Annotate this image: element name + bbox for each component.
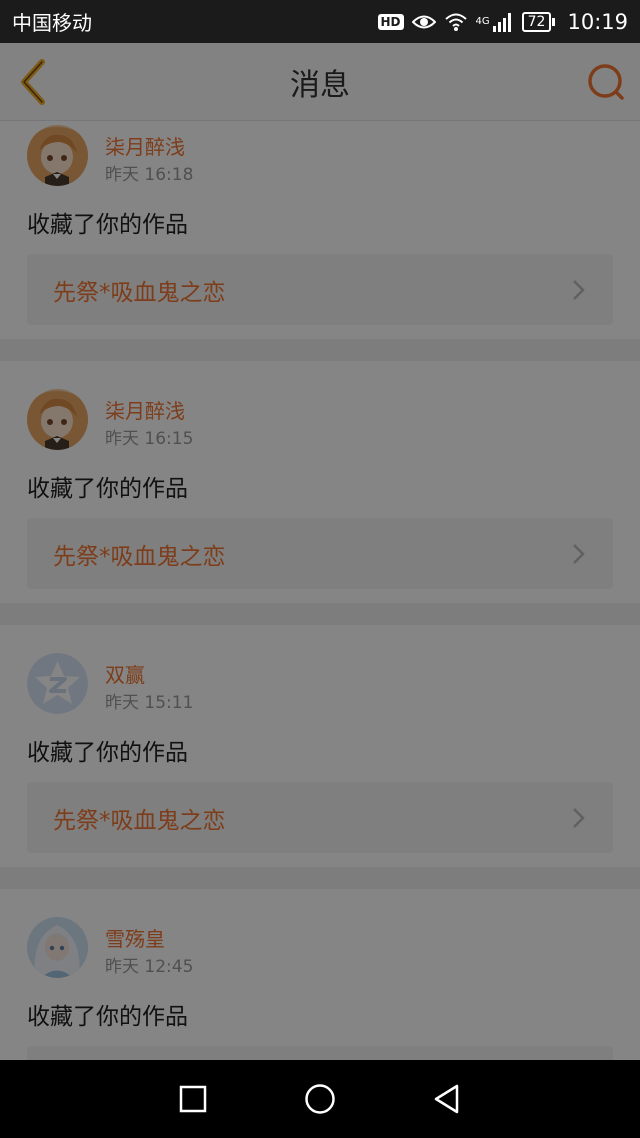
- action-text: 收藏了你的作品: [27, 212, 188, 238]
- message-list: 柒月醉浅 昨天 16:18 收藏了你的作品 先祭*吸血鬼之恋 柒月醉浅 昨天 1…: [0, 121, 640, 1060]
- signal-icon: [492, 12, 511, 32]
- chevron-right-icon: [573, 807, 585, 828]
- home-button[interactable]: [300, 1079, 340, 1119]
- page-title: 消息: [290, 67, 350, 103]
- action-text: 收藏了你的作品: [27, 740, 188, 766]
- wifi-icon: [444, 13, 467, 31]
- battery-icon: 72: [521, 11, 556, 32]
- back-icon: [434, 1084, 458, 1114]
- status-bar: 中国移动 HD 4G 72 10:19: [0, 0, 640, 43]
- timestamp: 昨天 16:18: [105, 165, 194, 185]
- anime-girl-avatar[interactable]: [27, 125, 88, 186]
- back-button[interactable]: [14, 58, 54, 106]
- app-screen: 中国移动 HD 4G 72 10:19 消息 柒月醉浅 昨天 16:18 收藏了…: [0, 0, 640, 1138]
- message-item: 柒月醉浅 昨天 16:15 收藏了你的作品 先祭*吸血鬼之恋: [0, 361, 640, 603]
- chevron-right-icon: [573, 279, 585, 300]
- battery-level: 72: [521, 11, 552, 32]
- message-item: 柒月醉浅 昨天 16:18 收藏了你的作品 先祭*吸血鬼之恋: [0, 121, 640, 339]
- work-title: 先祭*吸血鬼之恋: [53, 543, 226, 570]
- top-bar: 消息: [0, 43, 640, 121]
- work-link[interactable]: 先祭*吸血鬼之恋: [27, 782, 613, 853]
- back-chevron-icon: [21, 59, 45, 105]
- home-icon: [305, 1084, 335, 1114]
- recent-apps-button[interactable]: [173, 1079, 213, 1119]
- work-title: 先祭*吸血鬼之恋: [53, 279, 226, 306]
- battery-tip: [552, 17, 556, 26]
- username[interactable]: 柒月醉浅: [105, 131, 185, 160]
- search-icon: [588, 64, 624, 100]
- username[interactable]: 雪殇皇: [105, 923, 165, 952]
- status-icons: HD 4G 72 10:19: [377, 9, 628, 34]
- action-text: 收藏了你的作品: [27, 1004, 188, 1030]
- system-nav-bar: [0, 1060, 640, 1138]
- anime-girl-avatar[interactable]: [27, 389, 88, 450]
- recent-apps-icon: [180, 1085, 207, 1113]
- clock: 10:19: [567, 9, 628, 34]
- white-hair-girl-avatar[interactable]: [27, 917, 88, 978]
- work-link[interactable]: 先祭*吸血鬼之恋: [27, 254, 613, 325]
- message-item: 雪殇皇 昨天 12:45 收藏了你的作品: [0, 889, 640, 1060]
- message-item: 双赢 昨天 15:11 收藏了你的作品 先祭*吸血鬼之恋: [0, 625, 640, 867]
- eye-icon: [411, 15, 436, 28]
- timestamp: 昨天 16:15: [105, 429, 194, 449]
- timestamp: 昨天 15:11: [105, 693, 194, 713]
- carrier-name: 中国移动: [12, 11, 92, 35]
- work-link[interactable]: 先祭*吸血鬼之恋: [27, 518, 613, 589]
- search-button[interactable]: [586, 62, 626, 102]
- default-star-avatar[interactable]: [27, 653, 88, 714]
- message-list-viewport[interactable]: 柒月醉浅 昨天 16:18 收藏了你的作品 先祭*吸血鬼之恋 柒月醉浅 昨天 1…: [0, 121, 640, 1060]
- network-type: 4G: [475, 15, 490, 27]
- work-title: 先祭*吸血鬼之恋: [53, 807, 226, 834]
- system-back-button[interactable]: [427, 1079, 467, 1119]
- hd-icon: HD: [377, 13, 404, 30]
- work-link[interactable]: [27, 1046, 613, 1060]
- username[interactable]: 柒月醉浅: [105, 395, 185, 424]
- chevron-right-icon: [573, 543, 585, 564]
- action-text: 收藏了你的作品: [27, 476, 188, 502]
- username[interactable]: 双赢: [105, 659, 145, 688]
- timestamp: 昨天 12:45: [105, 957, 194, 977]
